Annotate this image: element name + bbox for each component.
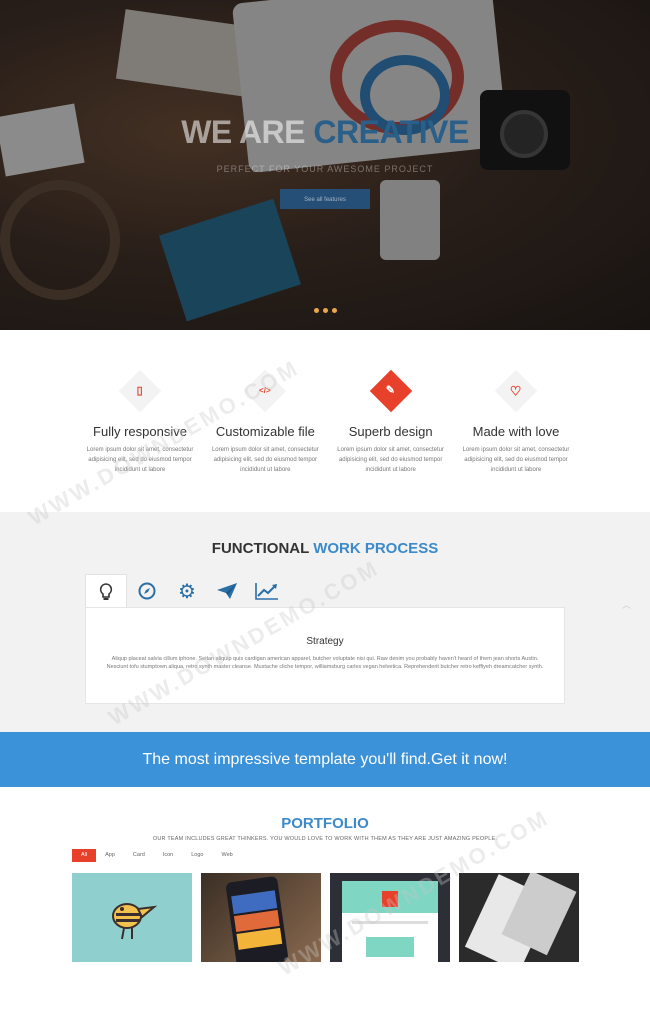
tab-strategy[interactable] [85,574,127,609]
feature-text: Lorem ipsum dolor sit amet, consectetur … [211,447,319,473]
feature-text: Lorem ipsum dolor sit amet, consectetur … [462,447,570,473]
feature-item: ♡ Made with love Lorem ipsum dolor sit a… [454,369,578,475]
heart-icon: ♡ [510,383,522,399]
feature-icon-frame: ♡ [494,369,538,413]
cta-banner[interactable]: The most impressive template you'll find… [0,732,650,787]
lightbulb-icon [99,583,113,600]
code-icon: </> [259,385,272,395]
slider-dot[interactable] [332,308,337,313]
feature-item: </> Customizable file Lorem ipsum dolor … [203,369,327,475]
chevron-up-icon[interactable]: ︿ [622,598,636,610]
filter-logo[interactable]: Logo [182,849,212,862]
feature-text: Lorem ipsum dolor sit amet, consectetur … [86,447,194,473]
feature-title: Made with love [472,424,560,439]
tab-growth[interactable] [247,574,287,608]
hero-slider: WE ARE CREATIVE PERFECT FOR YOUR AWESOME… [0,0,650,330]
portfolio-grid [72,873,579,962]
feature-item: ✎ Superb design Lorem ipsum dolor sit am… [329,369,453,475]
panel-title: Strategy [306,636,344,647]
portfolio-title: PORTFOLIO [281,815,369,832]
slider-dots [314,308,337,313]
filter-all[interactable]: All [72,849,97,862]
process-tabs: ⚙ [85,574,287,609]
filter-icon[interactable]: Icon [154,849,182,862]
portfolio-subtitle: OUR TEAM INCLUDES GREAT THINKERS. YOU WO… [152,836,498,842]
phone-mockup [225,875,289,962]
gears-icon: ⚙ [178,580,196,603]
feature-item: ▯ Fully responsive Lorem ipsum dolor sit… [78,369,202,475]
feature-text: Lorem ipsum dolor sit amet, consectetur … [337,447,445,473]
compass-icon [138,582,156,600]
paint-brush-icon: ✎ [386,384,396,397]
portfolio-item-mobile-app[interactable] [201,873,321,962]
features-row: ▯ Fully responsive Lorem ipsum dolor sit… [78,369,578,475]
filter-app[interactable]: App [96,849,124,862]
tab-compass[interactable] [127,574,167,608]
hero-subtitle: PERFECT FOR YOUR AWESOME PROJECT [216,164,434,174]
filter-web[interactable]: Web [213,849,242,862]
tab-send[interactable] [207,574,247,608]
feature-title: Superb design [348,424,433,439]
slider-dot[interactable] [314,308,319,313]
feature-icon-frame: </> [244,369,287,413]
tab-gears[interactable]: ⚙ [167,574,207,608]
tab-panel: Strategy Aliqup placeat salvia cillum ip… [85,607,565,704]
hero-title: WE ARE CREATIVE [181,114,469,150]
see-all-features-button[interactable]: See all features [280,189,370,209]
filter-card[interactable]: Card [124,849,154,862]
bird-illustration [112,903,158,940]
slider-dot[interactable] [323,308,328,313]
feature-title: Fully responsive [93,424,187,439]
feature-title: Customizable file [215,424,315,439]
work-process-section: FUNCTIONAL WORK PROCESS ⚙ Strategy Aliqu… [0,512,650,732]
feature-icon-frame: ✎ [369,369,412,413]
portfolio-filters: All App Card Icon Logo Web [72,849,242,862]
portfolio-item-bird-logo[interactable] [72,873,192,962]
mobile-icon: ▯ [136,384,144,397]
line-chart-icon [255,583,278,600]
paper-plane-icon [217,583,237,599]
feature-icon-frame: ▯ [118,369,162,413]
portfolio-item-business-cards[interactable] [459,873,579,962]
browser-mockup [342,881,438,962]
portfolio-item-web-template[interactable] [330,873,450,962]
section-title: FUNCTIONAL WORK PROCESS [211,540,439,557]
panel-text: Aliqup placeat salvia cillum iphone. Sei… [106,656,544,670]
